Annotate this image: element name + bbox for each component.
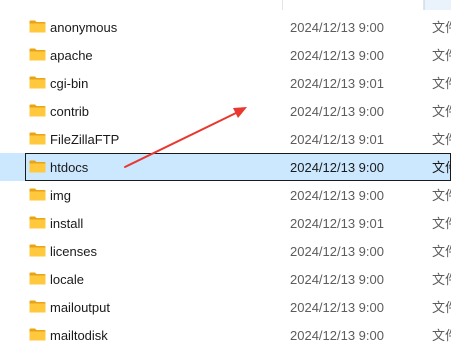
folder-icon — [29, 328, 46, 341]
folder-row[interactable]: cgi-bin 2024/12/13 9:01 文件夹 — [0, 69, 451, 97]
item-type: 文件夹 — [432, 328, 451, 343]
folder-row[interactable]: img 2024/12/13 9:00 文件夹 — [0, 181, 451, 209]
folder-icon — [29, 160, 46, 173]
folder-name: apache — [50, 48, 93, 63]
folder-name: contrib — [50, 104, 90, 119]
item-type: 文件夹 — [432, 244, 451, 259]
folder-name: FileZillaFTP — [50, 132, 120, 147]
folder-icon — [29, 132, 46, 145]
folder-icon — [29, 300, 46, 313]
folder-icon — [29, 244, 46, 257]
folder-row[interactable]: licenses 2024/12/13 9:00 文件夹 — [0, 237, 451, 265]
column-header-row — [0, 0, 451, 10]
modified-date: 2024/12/13 9:00 — [290, 188, 384, 203]
folder-row[interactable]: mailtodisk 2024/12/13 9:00 文件夹 — [0, 321, 451, 349]
folder-icon — [29, 188, 46, 201]
item-type: 文件夹 — [432, 188, 451, 203]
folder-name: licenses — [50, 244, 97, 259]
modified-date: 2024/12/13 9:00 — [290, 300, 384, 315]
file-explorer-list-view: anonymous 2024/12/13 9:00 文件夹 apache 2024/12… — [0, 0, 451, 353]
folder-name: cgi-bin — [50, 76, 89, 91]
folder-name: locale — [50, 272, 84, 287]
modified-date: 2024/12/13 9:00 — [290, 48, 384, 63]
modified-date: 2024/12/13 9:01 — [290, 132, 384, 147]
folder-icon — [29, 48, 46, 61]
folder-icon — [29, 20, 46, 33]
file-list: anonymous 2024/12/13 9:00 文件夹 apache 2024/12… — [0, 13, 451, 349]
modified-date: 2024/12/13 9:00 — [290, 104, 384, 119]
folder-name: img — [50, 188, 71, 203]
folder-name: mailoutput — [50, 300, 110, 315]
item-type: 文件夹 — [432, 104, 451, 119]
folder-icon — [29, 216, 46, 229]
item-type: 文件夹 — [432, 160, 451, 175]
folder-row[interactable]: FileZillaFTP 2024/12/13 9:01 文件夹 — [0, 125, 451, 153]
column-divider-date[interactable] — [282, 0, 283, 10]
folder-row[interactable]: apache 2024/12/13 9:00 文件夹 — [0, 41, 451, 69]
folder-row[interactable]: htdocs 2024/12/13 9:00 文件夹 — [0, 153, 451, 181]
folder-name: htdocs — [50, 160, 89, 175]
item-type: 文件夹 — [432, 48, 451, 63]
item-type: 文件夹 — [432, 76, 451, 91]
modified-date: 2024/12/13 9:01 — [290, 76, 384, 91]
folder-icon — [29, 76, 46, 89]
item-type: 文件夹 — [432, 20, 451, 35]
modified-date: 2024/12/13 9:00 — [290, 160, 384, 175]
folder-row[interactable]: contrib 2024/12/13 9:00 文件夹 — [0, 97, 451, 125]
folder-name: anonymous — [50, 20, 118, 35]
modified-date: 2024/12/13 9:01 — [290, 216, 384, 231]
column-header-type[interactable] — [424, 0, 451, 10]
item-type: 文件夹 — [432, 216, 451, 231]
folder-icon — [29, 272, 46, 285]
folder-row[interactable]: install 2024/12/13 9:01 文件夹 — [0, 209, 451, 237]
modified-date: 2024/12/13 9:00 — [290, 272, 384, 287]
item-type: 文件夹 — [432, 272, 451, 287]
modified-date: 2024/12/13 9:00 — [290, 20, 384, 35]
modified-date: 2024/12/13 9:00 — [290, 328, 384, 343]
item-type: 文件夹 — [432, 132, 451, 147]
folder-name: install — [50, 216, 84, 231]
modified-date: 2024/12/13 9:00 — [290, 244, 384, 259]
folder-row[interactable]: mailoutput 2024/12/13 9:00 文件夹 — [0, 293, 451, 321]
folder-icon — [29, 104, 46, 117]
item-type: 文件夹 — [432, 300, 451, 315]
folder-row[interactable]: anonymous 2024/12/13 9:00 文件夹 — [0, 13, 451, 41]
folder-row[interactable]: locale 2024/12/13 9:00 文件夹 — [0, 265, 451, 293]
folder-name: mailtodisk — [50, 328, 108, 343]
